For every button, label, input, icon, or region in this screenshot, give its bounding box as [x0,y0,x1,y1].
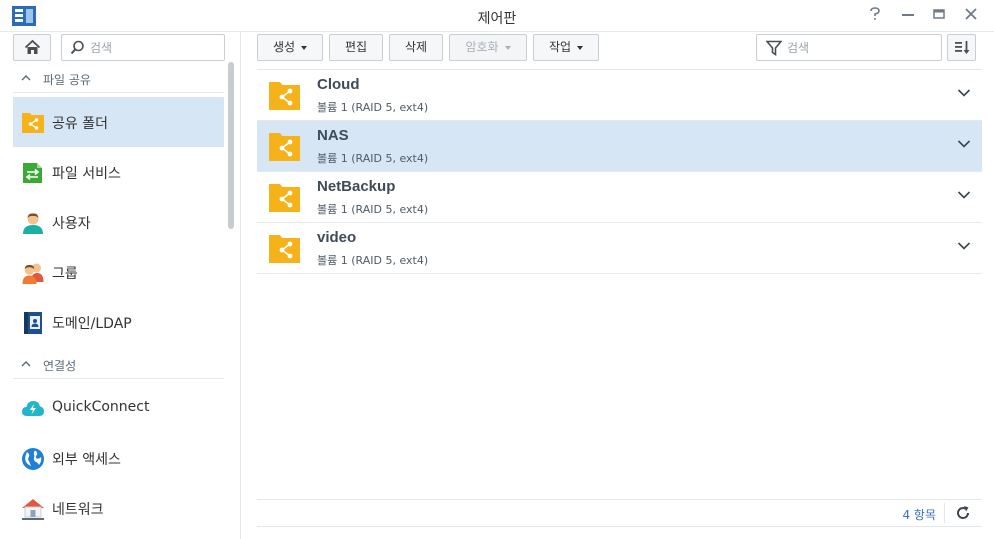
section-label: 파일 공유 [43,73,91,87]
shared-folder-icon [269,235,300,263]
footer-divider [257,499,982,500]
sidebar-item-label: QuickConnect [52,399,150,415]
edit-button[interactable]: 편집 [329,34,383,61]
home-button[interactable] [13,34,51,61]
quickconnect-icon [22,401,44,416]
folder-row-nas[interactable]: NAS 볼륨 1 (RAID 5, ext4) [257,121,982,172]
chevron-down-icon[interactable] [957,88,971,98]
create-button-label: 생성 [272,40,296,54]
maximize-icon[interactable] [930,7,948,25]
domain-ldap-icon [24,312,42,334]
action-button-label: 작업 [548,40,572,54]
sidebar-item-quickconnect[interactable]: QuickConnect [13,383,224,433]
sort-button[interactable] [947,34,976,61]
dropdown-caret-icon [301,45,308,50]
folder-volume: 볼륨 1 (RAID 5, ext4) [317,203,429,216]
section-file-sharing[interactable]: 파일 공유 [13,63,224,93]
close-icon[interactable] [962,7,980,25]
folder-volume: 볼륨 1 (RAID 5, ext4) [317,254,429,267]
delete-button[interactable]: 삭제 [389,34,443,61]
sidebar-item-user[interactable]: 사용자 [13,197,224,247]
folder-row-cloud[interactable]: Cloud 볼륨 1 (RAID 5, ext4) [257,70,982,121]
filter-search-input[interactable] [787,38,937,58]
sidebar: 파일 공유 공유 폴더 파일 서비스 사용자 [0,32,240,539]
encryption-button[interactable]: 암호화 [449,34,527,61]
folder-name: NetBackup [317,178,396,195]
folder-name: NAS [317,127,349,144]
sidebar-item-shared-folder[interactable]: 공유 폴더 [13,97,224,147]
action-button[interactable]: 작업 [533,34,599,61]
sidebar-item-group[interactable]: 그룹 [13,247,224,297]
folder-volume: 볼륨 1 (RAID 5, ext4) [317,152,429,165]
user-icon [23,213,43,234]
sidebar-item-label: 네트워크 [52,502,104,518]
section-connectivity[interactable]: 연결성 [13,349,224,379]
sidebar-item-domain-ldap[interactable]: 도메인/LDAP [13,297,224,347]
footer-separator [944,503,945,523]
file-services-icon [23,163,42,183]
sidebar-scrollbar[interactable] [228,62,234,229]
sort-icon [955,41,970,54]
chevron-down-icon[interactable] [957,139,971,149]
sidebar-divider [240,32,241,539]
refresh-icon[interactable] [955,505,971,521]
sidebar-item-network[interactable]: 네트워크 [13,483,224,533]
delete-button-label: 삭제 [404,40,428,54]
group-icon [22,263,44,284]
chevron-up-icon [21,361,31,367]
item-count: 4 항목 [902,508,936,522]
shared-folder-icon [269,82,300,110]
title-bar: 제어판 [0,0,994,32]
sidebar-item-label: 그룹 [52,266,78,282]
folder-row-video[interactable]: video 볼륨 1 (RAID 5, ext4) [257,223,982,274]
create-button[interactable]: 생성 [257,34,323,61]
filter-icon [766,40,782,56]
shared-folder-icon [269,133,300,161]
search-icon [70,40,84,55]
folder-name: Cloud [317,76,360,93]
chevron-up-icon [21,75,31,81]
dropdown-caret-icon [577,45,584,50]
sidebar-item-label: 도메인/LDAP [52,316,132,332]
sidebar-item-label: 외부 액세스 [52,452,121,468]
filter-search[interactable] [756,34,942,61]
external-access-icon [22,448,44,470]
minimize-icon[interactable] [899,7,917,25]
home-icon [24,39,41,54]
chevron-down-icon[interactable] [957,241,971,251]
dropdown-caret-icon [504,45,511,50]
chevron-down-icon[interactable] [957,190,971,200]
footer-bottom-divider [257,526,982,527]
folder-name: video [317,229,357,246]
folder-row-netbackup[interactable]: NetBackup 볼륨 1 (RAID 5, ext4) [257,172,982,223]
sidebar-search-input[interactable] [90,38,220,58]
encryption-button-label: 암호화 [465,40,499,54]
help-icon[interactable] [866,7,884,25]
sidebar-item-file-services[interactable]: 파일 서비스 [13,147,224,197]
sidebar-item-label: 공유 폴더 [52,116,108,132]
folder-volume: 볼륨 1 (RAID 5, ext4) [317,101,429,114]
sidebar-item-external-access[interactable]: 외부 액세스 [13,433,224,483]
section-label: 연결성 [43,359,77,373]
shared-folder-icon [269,184,300,212]
window-title: 제어판 [477,11,517,27]
sidebar-item-label: 사용자 [52,216,91,232]
sidebar-search[interactable] [61,34,225,61]
network-icon [22,499,44,520]
edit-button-label: 편집 [344,40,368,54]
sidebar-item-label: 파일 서비스 [52,166,121,182]
shared-folder-icon [22,113,44,133]
